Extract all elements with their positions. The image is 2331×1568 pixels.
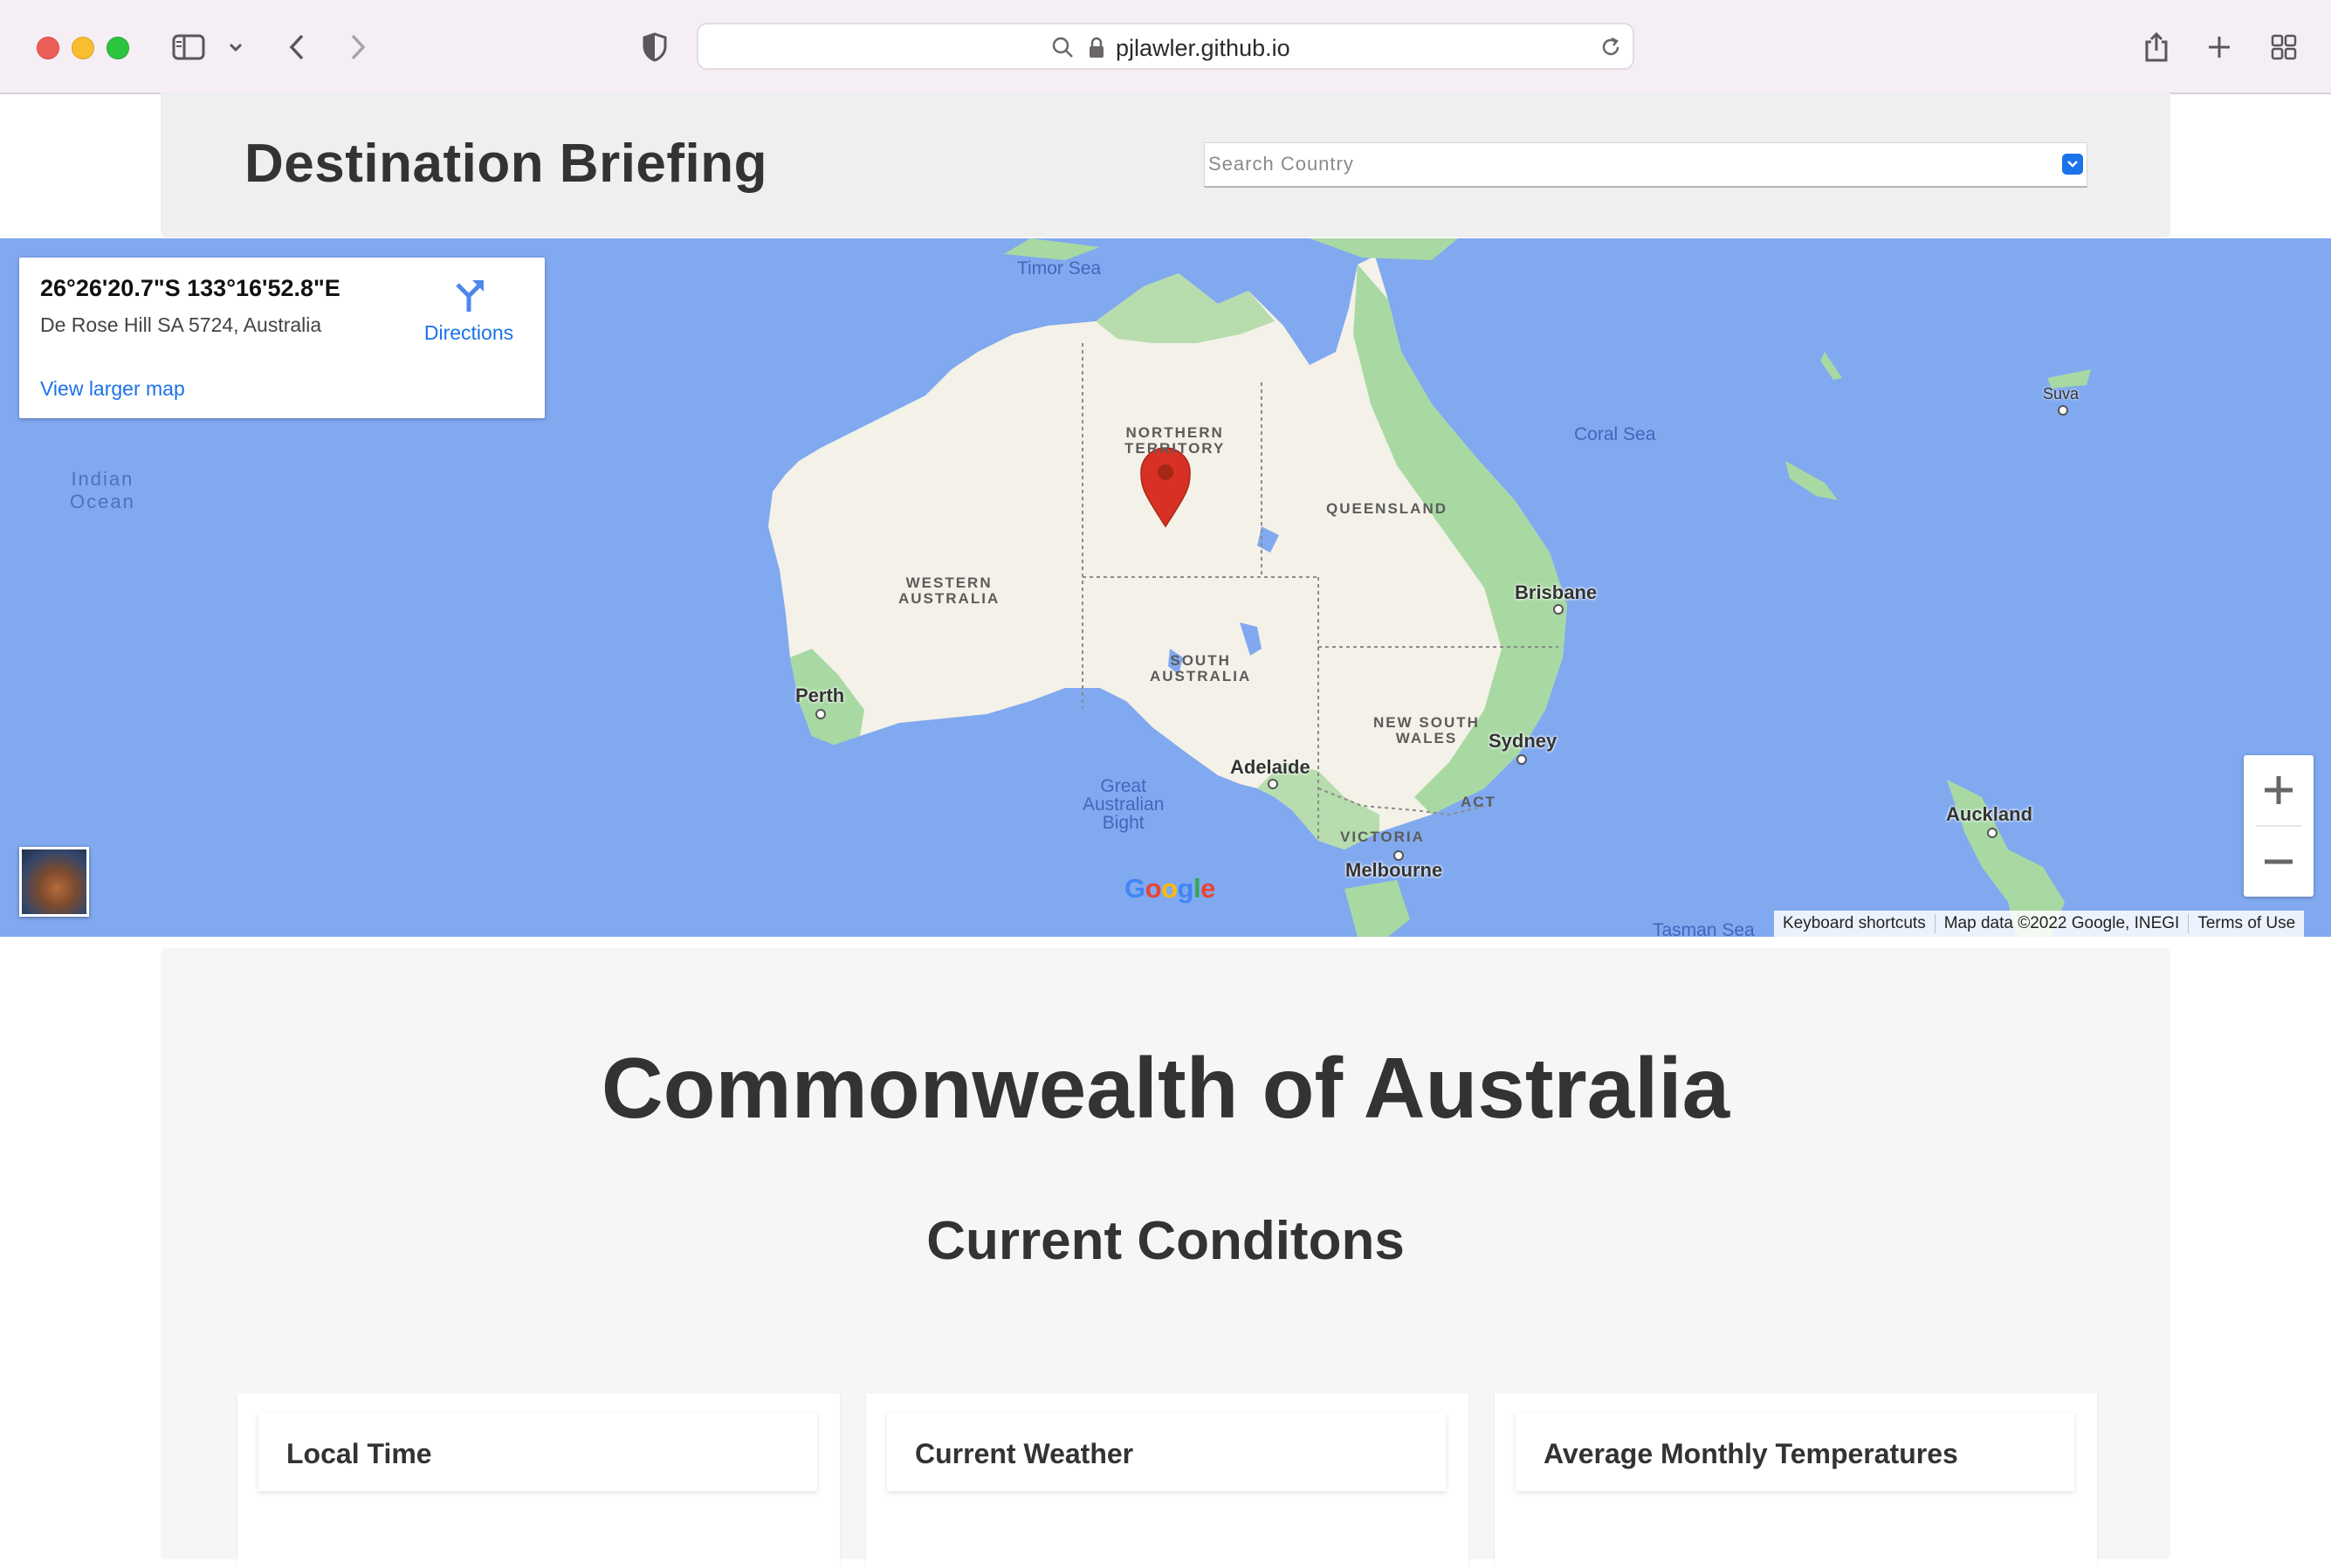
lock-icon bbox=[1088, 37, 1105, 64]
map-label-melbourne: Melbourne bbox=[1345, 859, 1443, 881]
current-weather-card: Current Weather bbox=[866, 1393, 1468, 1568]
tab-overview-icon[interactable] bbox=[2266, 26, 2301, 68]
privacy-shield-icon[interactable] bbox=[637, 26, 672, 68]
map-label-suva: Suva bbox=[2043, 385, 2080, 402]
url-text: pjlawler.github.io bbox=[1116, 35, 1290, 61]
google-map[interactable]: Indian Ocean Timor Sea Coral Sea Great Aus… bbox=[0, 238, 2331, 937]
card-header: Average Monthly Temperatures bbox=[1516, 1413, 2074, 1491]
australia-landmass bbox=[768, 256, 1567, 849]
map-label-perth: Perth bbox=[795, 684, 845, 706]
directions-label: Directions bbox=[423, 321, 514, 344]
keyboard-shortcuts-link[interactable]: Keyboard shortcuts bbox=[1774, 914, 1936, 933]
card-header: Local Time bbox=[258, 1413, 817, 1491]
site-header: Destination Briefing bbox=[161, 93, 2170, 237]
forward-arrow-icon[interactable] bbox=[342, 26, 374, 68]
place-address: De Rose Hill SA 5724, Australia bbox=[40, 313, 322, 336]
directions-icon bbox=[456, 280, 484, 312]
map-label-indian-ocean: Indian Ocean bbox=[70, 468, 135, 512]
average-temperatures-card: Average Monthly Temperatures bbox=[1495, 1393, 2097, 1568]
country-name: Commonwealth of Australia bbox=[601, 1040, 1730, 1136]
reload-icon[interactable] bbox=[1599, 36, 1622, 63]
map-label-northern-territory: NORTHERN TERRITORY bbox=[1124, 424, 1226, 457]
back-arrow-icon[interactable] bbox=[281, 26, 313, 68]
zoom-in-button[interactable] bbox=[2244, 755, 2314, 825]
map-data-text: Map data ©2022 Google, INEGI bbox=[1936, 914, 2190, 933]
fullscreen-window-button[interactable] bbox=[107, 37, 129, 59]
view-larger-map-link[interactable]: View larger map bbox=[40, 377, 185, 401]
place-info-card: 26°26'20.7"S 133°16'52.8"E De Rose Hill … bbox=[19, 258, 545, 418]
map-label-western-australia: WESTERN AUSTRALIA bbox=[898, 574, 1000, 607]
map-label-south-australia: SOUTH AUSTRALIA bbox=[1150, 652, 1252, 684]
google-logo: Google bbox=[1124, 873, 1215, 904]
zoom-controls bbox=[2244, 755, 2314, 897]
directions-button[interactable]: Directions bbox=[412, 277, 526, 345]
map-attribution: Keyboard shortcuts Map data ©2022 Google… bbox=[1774, 911, 2305, 937]
map-label-victoria: VICTORIA bbox=[1340, 829, 1425, 845]
map-label-tasman-sea: Tasman Sea bbox=[1653, 920, 1755, 937]
country-search[interactable] bbox=[1204, 142, 2087, 188]
satellite-view-toggle[interactable] bbox=[19, 847, 89, 917]
map-label-act: ACT bbox=[1461, 794, 1496, 810]
card-title: Local Time bbox=[286, 1438, 432, 1469]
chevron-down-icon[interactable] bbox=[2062, 154, 2083, 175]
address-bar[interactable]: pjlawler.github.io bbox=[697, 23, 1634, 70]
terms-of-use-link[interactable]: Terms of Use bbox=[2189, 914, 2304, 933]
map-label-auckland: Auckland bbox=[1946, 803, 2033, 825]
place-coordinates: 26°26'20.7"S 133°16'52.8"E bbox=[40, 275, 340, 301]
country-search-input[interactable] bbox=[1205, 143, 2029, 185]
close-window-button[interactable] bbox=[37, 37, 59, 59]
browser-toolbar: pjlawler.github.io bbox=[0, 0, 2331, 94]
zoom-out-button[interactable] bbox=[2244, 827, 2314, 897]
chevron-down-icon[interactable] bbox=[225, 26, 246, 68]
plus-icon bbox=[2265, 776, 2293, 804]
map-label-sydney: Sydney bbox=[1489, 730, 1557, 752]
new-tab-plus-icon[interactable] bbox=[2202, 26, 2237, 68]
map-label-new-south-wales: NEW SOUTH WALES bbox=[1373, 714, 1480, 746]
map-label-brisbane: Brisbane bbox=[1515, 581, 1598, 603]
map-label-coral-sea: Coral Sea bbox=[1574, 424, 1656, 444]
search-icon bbox=[1052, 37, 1075, 64]
card-title: Current Weather bbox=[915, 1438, 1134, 1469]
country-content: Commonwealth of Australia Current Condit… bbox=[161, 948, 2170, 1568]
sidebar-toggle-icon[interactable] bbox=[171, 26, 206, 68]
card-title: Average Monthly Temperatures bbox=[1544, 1438, 1958, 1469]
map-label-queensland: QUEENSLAND bbox=[1326, 500, 1448, 517]
map-label-great-australian-bight: Great Australian Bight bbox=[1083, 776, 1165, 833]
site-title: Destination Briefing bbox=[244, 134, 768, 194]
minus-icon bbox=[2265, 859, 2293, 864]
map-label-timor-sea: Timor Sea bbox=[1017, 258, 1102, 279]
card-header: Current Weather bbox=[887, 1413, 1446, 1491]
local-time-card: Local Time bbox=[237, 1393, 840, 1568]
minimize-window-button[interactable] bbox=[72, 37, 94, 59]
share-icon[interactable] bbox=[2139, 26, 2174, 68]
map-label-adelaide: Adelaide bbox=[1230, 756, 1310, 778]
current-conditions-heading: Current Conditons bbox=[926, 1211, 1405, 1271]
